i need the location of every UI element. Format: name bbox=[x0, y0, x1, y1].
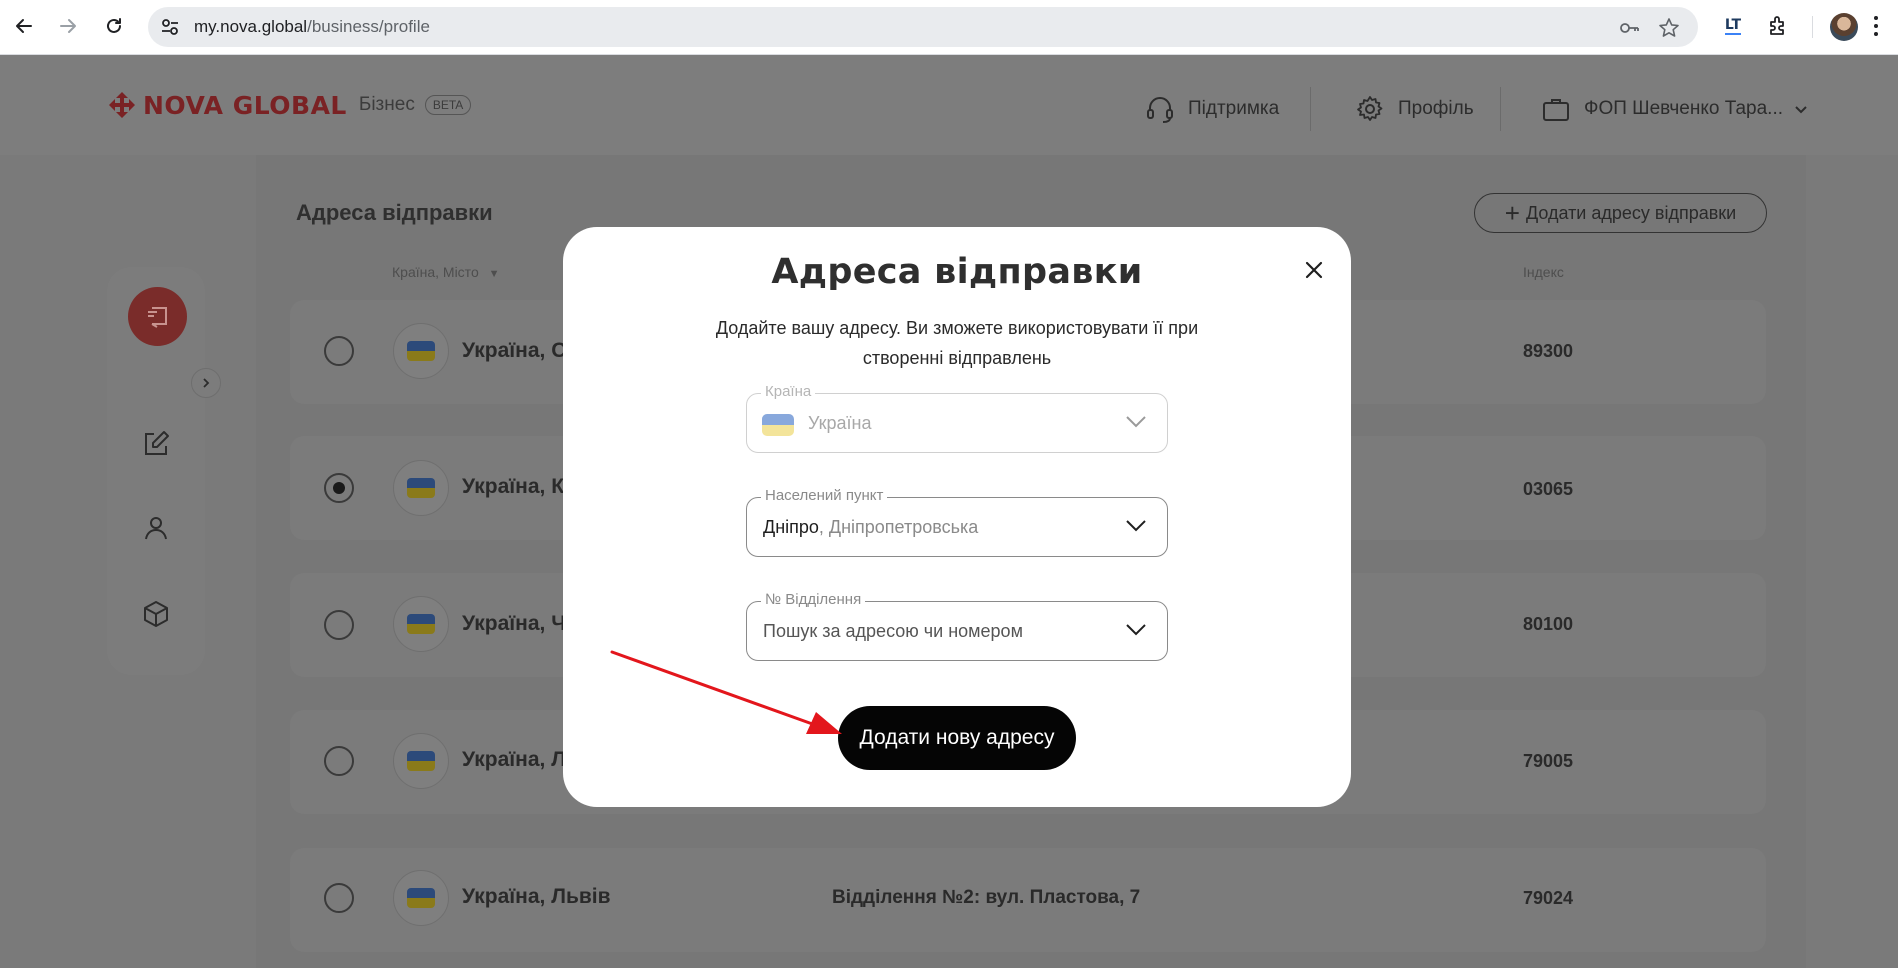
arrow-left-icon bbox=[16, 19, 32, 33]
briefcase-icon bbox=[1543, 99, 1569, 121]
extensions-button[interactable] bbox=[1765, 13, 1791, 39]
flag-badge bbox=[393, 596, 449, 652]
branch-label: № Відділення bbox=[761, 591, 866, 608]
ukraine-flag-icon bbox=[407, 341, 435, 361]
edit-icon[interactable] bbox=[140, 428, 172, 460]
chevron-down-icon bbox=[1126, 520, 1146, 532]
row-city: Україна, К bbox=[462, 475, 565, 498]
row-city: Україна, Ч bbox=[462, 612, 566, 635]
nova-logo-icon bbox=[109, 92, 135, 118]
ukraine-flag-icon bbox=[407, 888, 435, 908]
profile-link[interactable]: Профіль bbox=[1354, 93, 1474, 125]
branch-placeholder: Пошук за адресою чи номером bbox=[763, 621, 1023, 641]
chevron-down-icon bbox=[1126, 624, 1146, 636]
address-radio-selected[interactable] bbox=[324, 473, 354, 503]
country-label: Країна bbox=[761, 383, 816, 400]
row-city: Україна, С bbox=[462, 339, 567, 362]
account-switcher[interactable]: ФОП Шевченко Тара... bbox=[1540, 93, 1809, 125]
site-settings-icon[interactable] bbox=[158, 15, 182, 39]
logo-text: NOVA GLOBAL bbox=[143, 90, 347, 120]
row-index: 80100 bbox=[1523, 614, 1574, 634]
row-index: 79005 bbox=[1523, 751, 1574, 771]
row-index: 89300 bbox=[1523, 341, 1574, 361]
plus-icon: + bbox=[1504, 198, 1520, 228]
modal-title: Адреса відправки bbox=[771, 252, 1143, 292]
support-link[interactable]: Підтримка bbox=[1144, 93, 1279, 125]
forward-button[interactable] bbox=[52, 10, 84, 42]
sidebar-item-shipments[interactable] bbox=[128, 287, 187, 346]
profile-avatar[interactable] bbox=[1830, 13, 1858, 41]
browser-toolbar: my.nova.global/business/profile LT bbox=[0, 0, 1898, 55]
city-label: Населений пункт bbox=[761, 487, 888, 504]
flag-badge bbox=[393, 323, 449, 379]
box-icon[interactable] bbox=[140, 598, 172, 630]
puzzle-icon bbox=[1770, 16, 1784, 35]
nova-global-logo[interactable]: NOVA GLOBAL Бізнес BETA bbox=[107, 90, 472, 120]
star-icon[interactable] bbox=[1658, 17, 1680, 39]
row-index: 79024 bbox=[1523, 888, 1574, 908]
key-icon[interactable] bbox=[1618, 17, 1640, 39]
header-divider bbox=[1500, 87, 1501, 131]
header-divider bbox=[1310, 87, 1311, 131]
app-header: NOVA GLOBAL Бізнес BETA Підтримка Профіл… bbox=[0, 55, 1898, 155]
address-radio[interactable] bbox=[324, 883, 354, 913]
reload-icon bbox=[107, 18, 121, 33]
arrow-right-icon bbox=[60, 19, 76, 33]
address-radio[interactable] bbox=[324, 336, 354, 366]
flag-badge bbox=[393, 733, 449, 789]
annotation-arrow-icon bbox=[610, 650, 842, 734]
add-shipping-address-button[interactable]: + Додати адресу відправки bbox=[1474, 193, 1767, 233]
city-value: Дніпро, Дніпропетровська bbox=[763, 517, 979, 537]
chevron-down-icon bbox=[1795, 106, 1807, 114]
column-header-country-city[interactable]: Країна, Місто ▼ bbox=[392, 264, 500, 280]
back-button[interactable] bbox=[8, 10, 40, 42]
sidebar-expand-button[interactable] bbox=[191, 368, 221, 398]
country-value: Україна bbox=[808, 413, 872, 433]
row-branch: Відділення №2: вул. Пластова, 7 bbox=[832, 887, 1141, 908]
parcel-icon bbox=[147, 306, 167, 328]
url-text: my.nova.global/business/profile bbox=[194, 17, 430, 36]
languagetool-extension-icon[interactable]: LT bbox=[1720, 13, 1746, 39]
ukraine-flag-icon bbox=[407, 478, 435, 498]
beta-badge: BETA bbox=[424, 95, 472, 115]
ukraine-flag-icon bbox=[762, 414, 794, 436]
row-index: 03065 bbox=[1523, 479, 1574, 499]
toolbar-divider bbox=[1812, 16, 1813, 38]
headset-icon bbox=[1147, 97, 1173, 123]
add-new-address-button[interactable]: Додати нову адресу bbox=[838, 706, 1076, 770]
column-header-index: Індекс bbox=[1523, 264, 1564, 280]
flag-badge bbox=[393, 870, 449, 926]
modal-subtitle: Додайте вашу адресу. Ви зможете використ… bbox=[715, 318, 1199, 368]
page-title: Адреса відправки bbox=[296, 200, 493, 225]
flag-badge bbox=[393, 460, 449, 516]
chevron-right-icon bbox=[203, 378, 210, 388]
chevron-down-icon bbox=[1126, 416, 1146, 428]
address-bar[interactable]: my.nova.global/business/profile bbox=[148, 7, 1698, 47]
more-menu-icon[interactable] bbox=[1874, 14, 1878, 38]
gear-icon bbox=[1357, 96, 1383, 121]
sort-arrow-icon: ▼ bbox=[488, 268, 500, 280]
row-city: Україна, Львів bbox=[462, 885, 611, 908]
address-radio[interactable] bbox=[324, 610, 354, 640]
city-select[interactable]: Населений пункт Дніпро, Дніпропетровська bbox=[746, 487, 1168, 557]
ukraine-flag-icon bbox=[407, 614, 435, 634]
row-city: Україна, Л bbox=[462, 748, 566, 771]
country-select[interactable]: Країна Україна bbox=[746, 383, 1168, 453]
address-radio[interactable] bbox=[324, 746, 354, 776]
reload-button[interactable] bbox=[98, 10, 130, 42]
user-icon[interactable] bbox=[140, 512, 172, 544]
business-label: Бізнес bbox=[358, 94, 415, 115]
ukraine-flag-icon bbox=[407, 751, 435, 771]
